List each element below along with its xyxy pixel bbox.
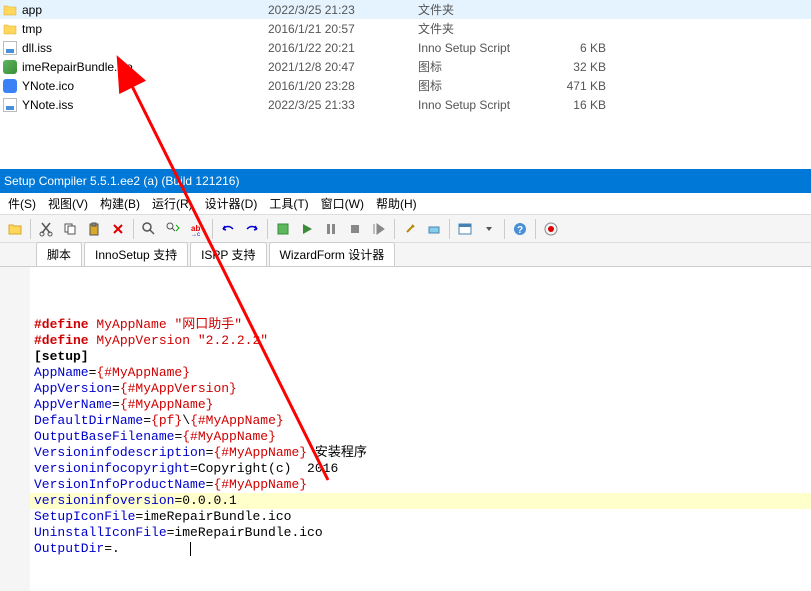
- file-size: 471 KB: [546, 79, 606, 93]
- menu-file[interactable]: 件(S): [2, 195, 42, 212]
- file-date: 2022/3/25 21:23: [268, 3, 418, 17]
- file-name: dll.iss: [22, 41, 268, 55]
- undo-button[interactable]: [217, 218, 239, 240]
- file-row[interactable]: app 2022/3/25 21:23 文件夹: [0, 0, 811, 19]
- paste-button[interactable]: [83, 218, 105, 240]
- file-type: Inno Setup Script: [418, 41, 546, 55]
- define-keyword: #define: [34, 317, 89, 332]
- editor-gutter: [0, 267, 30, 591]
- find-button[interactable]: [138, 218, 160, 240]
- menu-run[interactable]: 运行(R): [146, 195, 199, 212]
- open-button[interactable]: [4, 218, 26, 240]
- folder-icon: [2, 21, 18, 37]
- file-row[interactable]: YNote.iss 2022/3/25 21:33 Inno Setup Scr…: [0, 95, 811, 114]
- iss-file-icon: [2, 40, 18, 56]
- file-row[interactable]: tmp 2016/1/21 20:57 文件夹: [0, 19, 811, 38]
- file-row[interactable]: YNote.ico 2016/1/20 23:28 图标 471 KB: [0, 76, 811, 95]
- info-button[interactable]: [540, 218, 562, 240]
- file-size: 32 KB: [546, 60, 606, 74]
- stop-button[interactable]: [344, 218, 366, 240]
- menu-help[interactable]: 帮助(H): [370, 195, 423, 212]
- wizard-button[interactable]: [399, 218, 421, 240]
- cut-button[interactable]: [35, 218, 57, 240]
- compile-button[interactable]: [272, 218, 294, 240]
- file-size: 6 KB: [546, 41, 606, 55]
- gap: [0, 114, 811, 169]
- section-header: [setup]: [34, 349, 89, 364]
- delete-button[interactable]: [107, 218, 129, 240]
- copy-button[interactable]: [59, 218, 81, 240]
- file-type: Inno Setup Script: [418, 98, 546, 112]
- file-date: 2016/1/20 23:28: [268, 79, 418, 93]
- svg-text:?: ?: [517, 225, 523, 236]
- file-type: 图标: [418, 58, 546, 75]
- replace-button[interactable]: ab→c: [186, 218, 208, 240]
- file-date: 2016/1/21 20:57: [268, 22, 418, 36]
- help-button[interactable]: ?: [509, 218, 531, 240]
- file-row[interactable]: dll.iss 2016/1/22 20:21 Inno Setup Scrip…: [0, 38, 811, 57]
- tab-ispp[interactable]: ISPP 支持: [190, 242, 266, 266]
- pause-button[interactable]: [320, 218, 342, 240]
- toolbar-separator: [267, 219, 268, 239]
- toolbar: ab→c ?: [0, 215, 811, 243]
- menu-window[interactable]: 窗口(W): [315, 195, 370, 212]
- tab-script[interactable]: 脚本: [36, 242, 82, 266]
- iss-file-icon: [2, 97, 18, 113]
- form-designer-button[interactable]: [454, 218, 476, 240]
- svg-text:→c: →c: [191, 232, 200, 237]
- menu-view[interactable]: 视图(V): [42, 195, 94, 212]
- file-name: imeRepairBundle.ico: [22, 60, 268, 74]
- toolbar-separator: [449, 219, 450, 239]
- toolbar-separator: [504, 219, 505, 239]
- file-row[interactable]: imeRepairBundle.ico 2021/12/8 20:47 图标 3…: [0, 57, 811, 76]
- file-date: 2021/12/8 20:47: [268, 60, 418, 74]
- file-type: 文件夹: [418, 20, 546, 37]
- window-title: Setup Compiler 5.5.1.ee2 (a) (Build 1212…: [0, 169, 811, 193]
- menubar: 件(S) 视图(V) 构建(B) 运行(R) 设计器(D) 工具(T) 窗口(W…: [0, 193, 811, 215]
- menu-designer[interactable]: 设计器(D): [199, 195, 264, 212]
- toolbar-separator: [394, 219, 395, 239]
- step-button[interactable]: [368, 218, 390, 240]
- tool-button[interactable]: [423, 218, 445, 240]
- file-name: tmp: [22, 22, 268, 36]
- tab-wizardform[interactable]: WizardForm 设计器: [269, 242, 396, 266]
- ico-file-icon: [2, 78, 18, 94]
- editor-area: #define MyAppName "网口助手" #define MyAppVe…: [0, 267, 811, 591]
- toolbar-separator: [30, 219, 31, 239]
- text-cursor: [190, 542, 191, 556]
- run-button[interactable]: [296, 218, 318, 240]
- editor-tabs: 脚本 InnoSetup 支持 ISPP 支持 WizardForm 设计器: [0, 243, 811, 267]
- code-editor[interactable]: #define MyAppName "网口助手" #define MyAppVe…: [30, 267, 811, 591]
- menu-build[interactable]: 构建(B): [94, 195, 146, 212]
- file-date: 2022/3/25 21:33: [268, 98, 418, 112]
- tab-innosetup[interactable]: InnoSetup 支持: [84, 242, 188, 266]
- toolbar-separator: [133, 219, 134, 239]
- file-list: app 2022/3/25 21:23 文件夹 tmp 2016/1/21 20…: [0, 0, 811, 114]
- redo-button[interactable]: [241, 218, 263, 240]
- toolbar-separator: [212, 219, 213, 239]
- folder-icon: [2, 2, 18, 18]
- menu-tools[interactable]: 工具(T): [263, 195, 314, 212]
- toolbar-separator: [535, 219, 536, 239]
- file-type: 图标: [418, 77, 546, 94]
- file-size: 16 KB: [546, 98, 606, 112]
- file-date: 2016/1/22 20:21: [268, 41, 418, 55]
- file-name: YNote.iss: [22, 98, 268, 112]
- ico-file-icon: [2, 59, 18, 75]
- find-next-button[interactable]: [162, 218, 184, 240]
- file-name: YNote.ico: [22, 79, 268, 93]
- file-name: app: [22, 3, 268, 17]
- dropdown-button[interactable]: [478, 218, 500, 240]
- file-type: 文件夹: [418, 1, 546, 18]
